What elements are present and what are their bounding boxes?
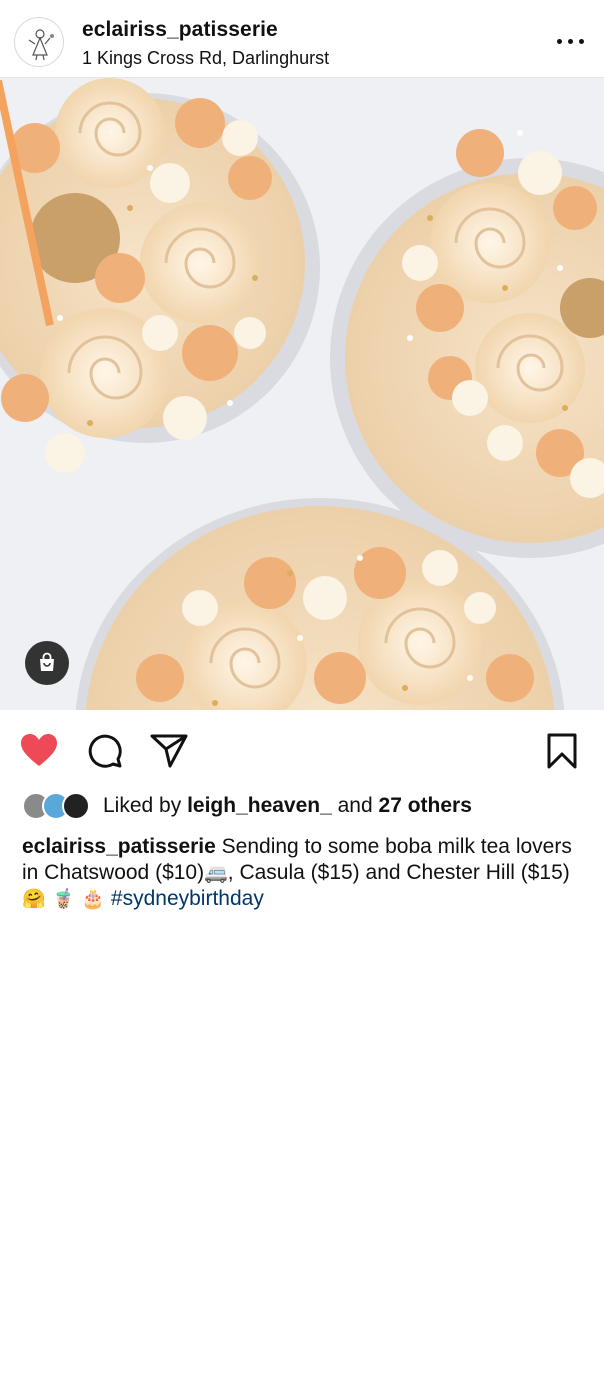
likes-text: Liked by leigh_heaven_ and 27 others — [103, 794, 472, 818]
heart-filled-icon[interactable] — [20, 733, 58, 767]
likes-prefix: Liked by — [103, 794, 188, 817]
likes-row[interactable]: Liked by leigh_heaven_ and 27 others — [22, 792, 582, 822]
comment-icon[interactable] — [87, 733, 123, 769]
hashtag-link[interactable]: #sydneybirthday — [111, 887, 264, 910]
likes-middle: and — [331, 794, 379, 817]
profile-avatar[interactable] — [14, 17, 64, 67]
post-location[interactable]: 1 Kings Cross Rd, Darlinghurst — [82, 48, 329, 69]
bookmark-icon[interactable] — [546, 733, 578, 769]
caption-username[interactable]: eclairiss_patisserie — [22, 835, 216, 858]
liker-avatar — [62, 792, 90, 820]
action-bar — [0, 715, 604, 785]
liker-username[interactable]: leigh_heaven_ — [187, 794, 332, 817]
send-icon[interactable] — [150, 733, 188, 769]
patisserie-logo-icon — [28, 29, 54, 61]
post-header: eclairiss_patisserie 1 Kings Cross Rd, D… — [0, 0, 604, 78]
caption-emojis: 🤗 🧋 🎂 — [22, 888, 106, 910]
likes-others[interactable]: 27 others — [379, 794, 472, 817]
cakes-photo — [0, 78, 604, 710]
more-options-icon[interactable] — [554, 34, 588, 48]
caption-text-2: , Casula ($15) and Chester Hill ($15) — [227, 861, 570, 884]
post-caption: eclairiss_patisserie Sending to some bob… — [22, 834, 592, 912]
shopping-bag-icon[interactable] — [25, 641, 69, 685]
post-username[interactable]: eclairiss_patisserie — [82, 18, 278, 42]
post-photo[interactable] — [0, 78, 604, 710]
van-emoji: 🚐 — [204, 862, 228, 884]
